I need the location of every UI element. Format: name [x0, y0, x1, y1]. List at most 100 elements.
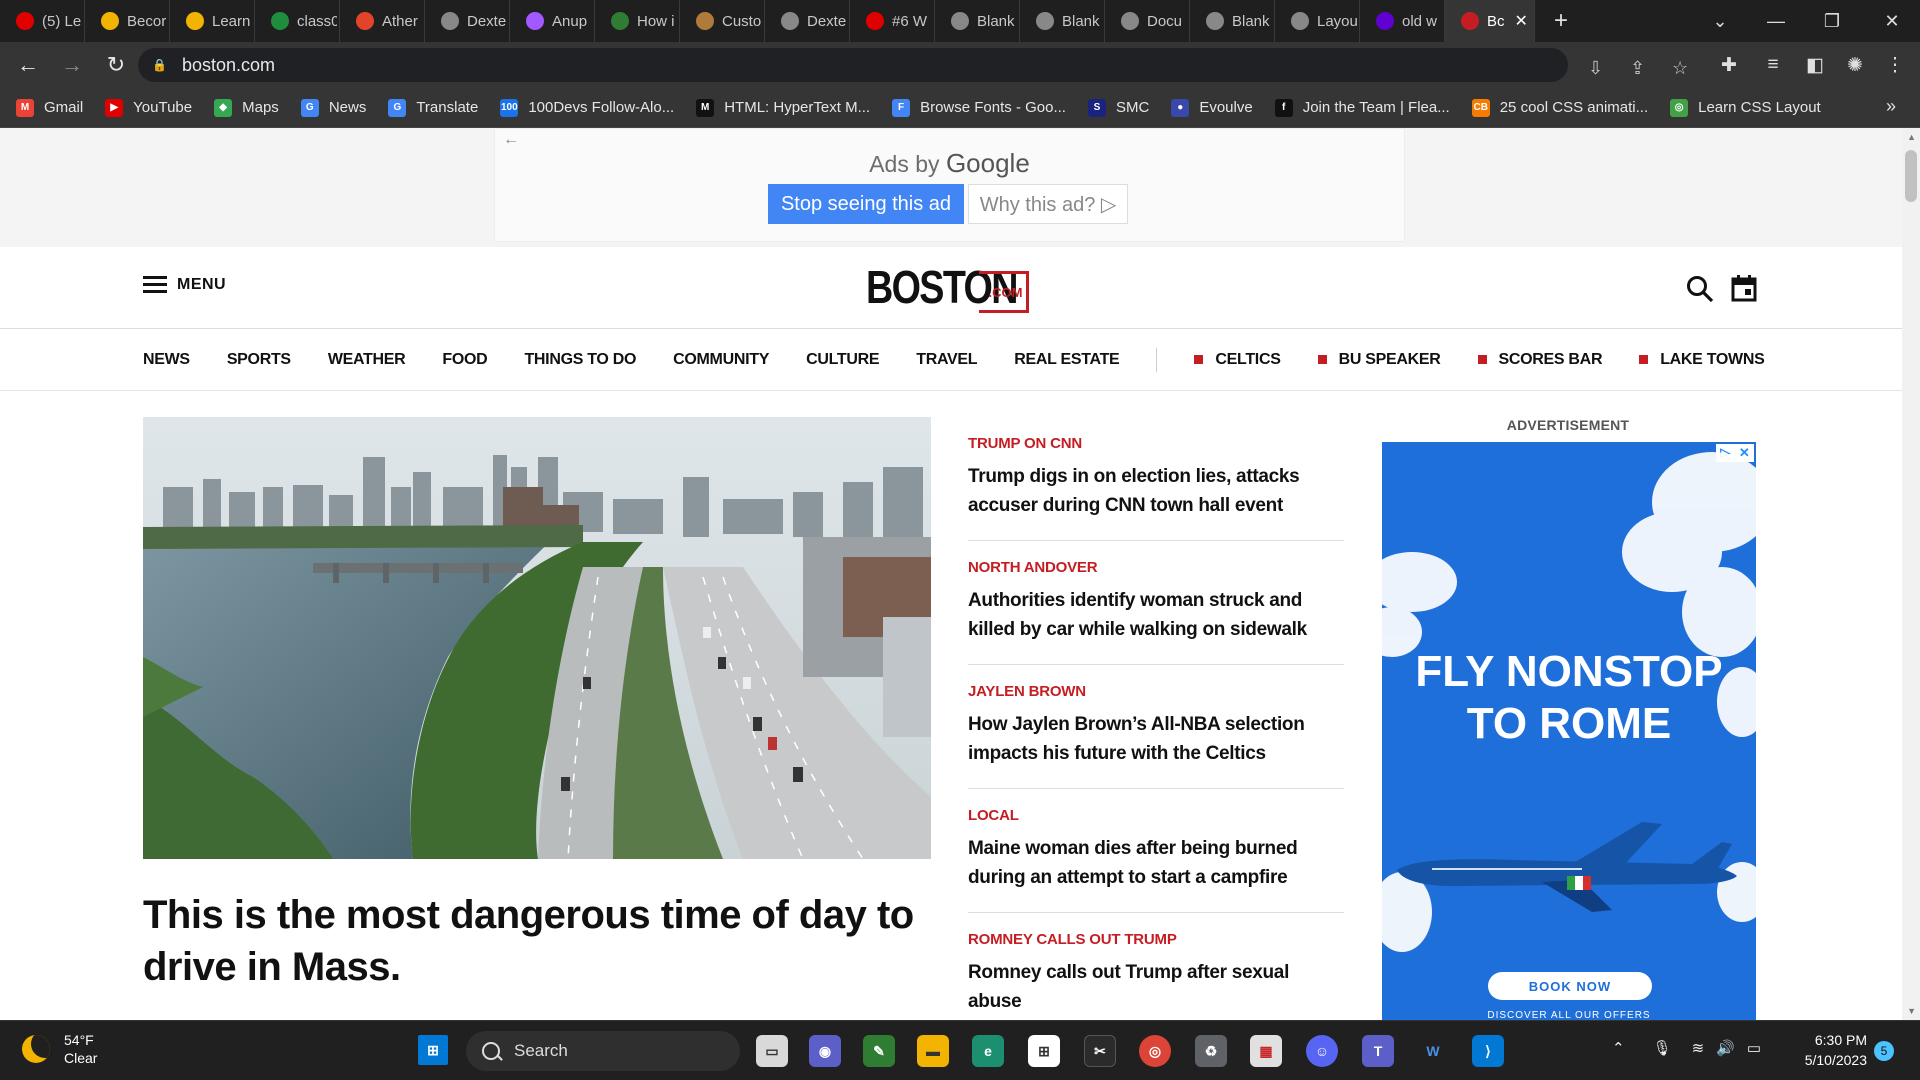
- reload-button[interactable]: ↻: [96, 45, 136, 85]
- store-icon[interactable]: ⊞: [1028, 1035, 1060, 1067]
- scroll-up-icon[interactable]: ▲: [1907, 132, 1916, 142]
- browser-tab[interactable]: Bc ✕: [1445, 0, 1535, 42]
- browser-tab[interactable]: Custo: [680, 0, 765, 42]
- media-controls-icon[interactable]: ≡: [1758, 50, 1788, 80]
- wifi-icon[interactable]: ≋: [1692, 1039, 1705, 1057]
- browser-tab[interactable]: Blank: [1020, 0, 1105, 42]
- story-headline[interactable]: Authorities identify woman struck and ki…: [968, 586, 1344, 644]
- scroll-thumb[interactable]: [1905, 150, 1917, 202]
- bookmark-item[interactable]: 100 100Devs Follow-Alo...: [500, 98, 674, 117]
- nav-item-news[interactable]: NEWS: [143, 351, 190, 369]
- story-headline[interactable]: Maine woman dies after being burned duri…: [968, 834, 1344, 892]
- story-item[interactable]: LOCAL Maine woman dies after being burned…: [968, 789, 1344, 913]
- teams-chat-icon[interactable]: ◉: [809, 1035, 841, 1067]
- browser-tab[interactable]: Anup: [510, 0, 595, 42]
- nav-item-sports[interactable]: SPORTS: [227, 351, 291, 369]
- trending-tag-celtics[interactable]: CELTICS: [1194, 351, 1280, 369]
- screen-capture-icon[interactable]: ▦: [1250, 1035, 1282, 1067]
- bookmark-item[interactable]: M Gmail: [16, 98, 83, 117]
- profile-avatar[interactable]: ✺: [1840, 50, 1870, 80]
- bookmark-item[interactable]: ◎ Learn CSS Layout: [1670, 98, 1821, 117]
- browser-tab[interactable]: Dexte: [425, 0, 510, 42]
- weather-widget[interactable]: 54°F Clear: [22, 1031, 97, 1067]
- story-kicker[interactable]: ROMNEY CALLS OUT TRUMP: [968, 931, 1344, 948]
- bookmark-item[interactable]: S SMC: [1087, 98, 1149, 117]
- stop-seeing-ad-button[interactable]: Stop seeing this ad: [768, 184, 964, 224]
- paint-icon[interactable]: ✎: [863, 1035, 895, 1067]
- story-item[interactable]: JAYLEN BROWN How Jaylen Brown’s All-NBA s…: [968, 665, 1344, 789]
- forward-button[interactable]: →: [52, 45, 92, 85]
- nav-item-food[interactable]: FOOD: [442, 351, 487, 369]
- start-icon[interactable]: ⊞: [418, 1035, 448, 1065]
- discord-icon[interactable]: ☺: [1306, 1035, 1338, 1067]
- bookmark-item[interactable]: M HTML: HyperText M...: [696, 98, 870, 117]
- browser-tab[interactable]: Layou: [1275, 0, 1360, 42]
- nav-item-things-to-do[interactable]: THINGS TO DO: [524, 351, 636, 369]
- new-tab-button[interactable]: +: [1535, 0, 1587, 42]
- calendar-icon[interactable]: [1731, 274, 1757, 302]
- scroll-down-icon[interactable]: ▼: [1907, 1006, 1916, 1016]
- bookmark-item[interactable]: ◆ Maps: [214, 98, 279, 117]
- share-icon[interactable]: ⇪: [1630, 58, 1645, 79]
- page-scrollbar[interactable]: ▲ ▼: [1902, 128, 1920, 1020]
- browser-tab[interactable]: (5) Le: [0, 0, 85, 42]
- taskbar-search[interactable]: Search: [466, 1031, 740, 1071]
- browser-tab[interactable]: Learn: [170, 0, 255, 42]
- nav-item-culture[interactable]: CULTURE: [806, 351, 879, 369]
- nav-item-weather[interactable]: WEATHER: [328, 351, 406, 369]
- trending-tag-bu-speaker[interactable]: BU SPEAKER: [1318, 351, 1441, 369]
- browser-tab[interactable]: Dexte: [765, 0, 850, 42]
- browser-tab[interactable]: Blank: [935, 0, 1020, 42]
- story-headline[interactable]: Romney calls out Trump after sexual abus…: [968, 958, 1344, 1016]
- extensions-icon[interactable]: ✚: [1714, 50, 1744, 80]
- story-kicker[interactable]: JAYLEN BROWN: [968, 683, 1344, 700]
- install-app-icon[interactable]: ⇩: [1588, 58, 1603, 79]
- browser-menu-icon[interactable]: ⋮: [1880, 50, 1910, 80]
- story-headline[interactable]: How Jaylen Brown’s All-NBA selection imp…: [968, 710, 1344, 768]
- close-tab-icon[interactable]: ✕: [1515, 11, 1528, 31]
- trending-tag-lake-towns[interactable]: LAKE TOWNS: [1639, 351, 1765, 369]
- more-bookmarks-icon[interactable]: »: [1886, 96, 1896, 117]
- tab-search-icon[interactable]: ⌄: [1692, 0, 1748, 42]
- story-kicker[interactable]: NORTH ANDOVER: [968, 559, 1344, 576]
- recycle-bin-icon[interactable]: ♻: [1195, 1035, 1227, 1067]
- search-icon[interactable]: [1686, 275, 1714, 303]
- nav-item-community[interactable]: COMMUNITY: [673, 351, 769, 369]
- browser-tab[interactable]: #6 W: [850, 0, 935, 42]
- snipping-tool-icon[interactable]: ✂: [1084, 1035, 1116, 1067]
- bookmark-item[interactable]: G Translate: [388, 98, 478, 117]
- hero-image-aerial-highway[interactable]: [143, 417, 931, 859]
- bookmark-item[interactable]: f Join the Team | Flea...: [1274, 98, 1450, 117]
- story-kicker[interactable]: TRUMP ON CNN: [968, 435, 1344, 452]
- browser-tab[interactable]: Blank: [1190, 0, 1275, 42]
- show-hidden-icons-icon[interactable]: ⌃: [1612, 1039, 1625, 1057]
- book-now-button[interactable]: BOOK NOW: [1488, 972, 1652, 1000]
- why-this-ad-button[interactable]: Why this ad? ▷: [968, 184, 1128, 224]
- browser-tab[interactable]: old w: [1360, 0, 1445, 42]
- teams-icon[interactable]: T: [1362, 1035, 1394, 1067]
- browser-tab[interactable]: How i: [595, 0, 680, 42]
- boston-logo[interactable]: BOSTON .COM: [866, 264, 1050, 313]
- battery-icon[interactable]: ▭: [1747, 1039, 1761, 1057]
- story-headline[interactable]: Trump digs in on election lies, attacks …: [968, 462, 1344, 520]
- file-explorer-icon[interactable]: ▬: [917, 1035, 949, 1067]
- bookmark-item[interactable]: CB 25 cool CSS animati...: [1471, 98, 1648, 117]
- story-item[interactable]: NORTH ANDOVER Authorities identify woman …: [968, 541, 1344, 665]
- waves-audio-icon[interactable]: W: [1417, 1035, 1449, 1067]
- bookmark-item[interactable]: F Browse Fonts - Goo...: [892, 98, 1066, 117]
- nav-item-travel[interactable]: TRAVEL: [916, 351, 977, 369]
- browser-tab[interactable]: Ather: [340, 0, 425, 42]
- story-kicker[interactable]: LOCAL: [968, 807, 1344, 824]
- chrome-icon[interactable]: ◎: [1139, 1035, 1171, 1067]
- restore-button[interactable]: ❐: [1804, 0, 1860, 42]
- bookmark-item[interactable]: ▶ YouTube: [105, 98, 192, 117]
- story-item[interactable]: TRUMP ON CNN Trump digs in on election li…: [968, 417, 1344, 541]
- taskbar-clock[interactable]: 6:30 PM 5/10/2023: [1797, 1030, 1867, 1070]
- browser-tab[interactable]: Docu: [1105, 0, 1190, 42]
- task-view-icon[interactable]: ▭: [756, 1035, 788, 1067]
- story-item[interactable]: ROMNEY CALLS OUT TRUMP Romney calls out T…: [968, 913, 1344, 1020]
- back-button[interactable]: ←: [8, 45, 48, 85]
- edge-icon[interactable]: e: [972, 1035, 1004, 1067]
- microphone-icon[interactable]: 🎙: [1653, 1039, 1672, 1057]
- hero-headline[interactable]: This is the most dangerous time of day t…: [143, 889, 943, 993]
